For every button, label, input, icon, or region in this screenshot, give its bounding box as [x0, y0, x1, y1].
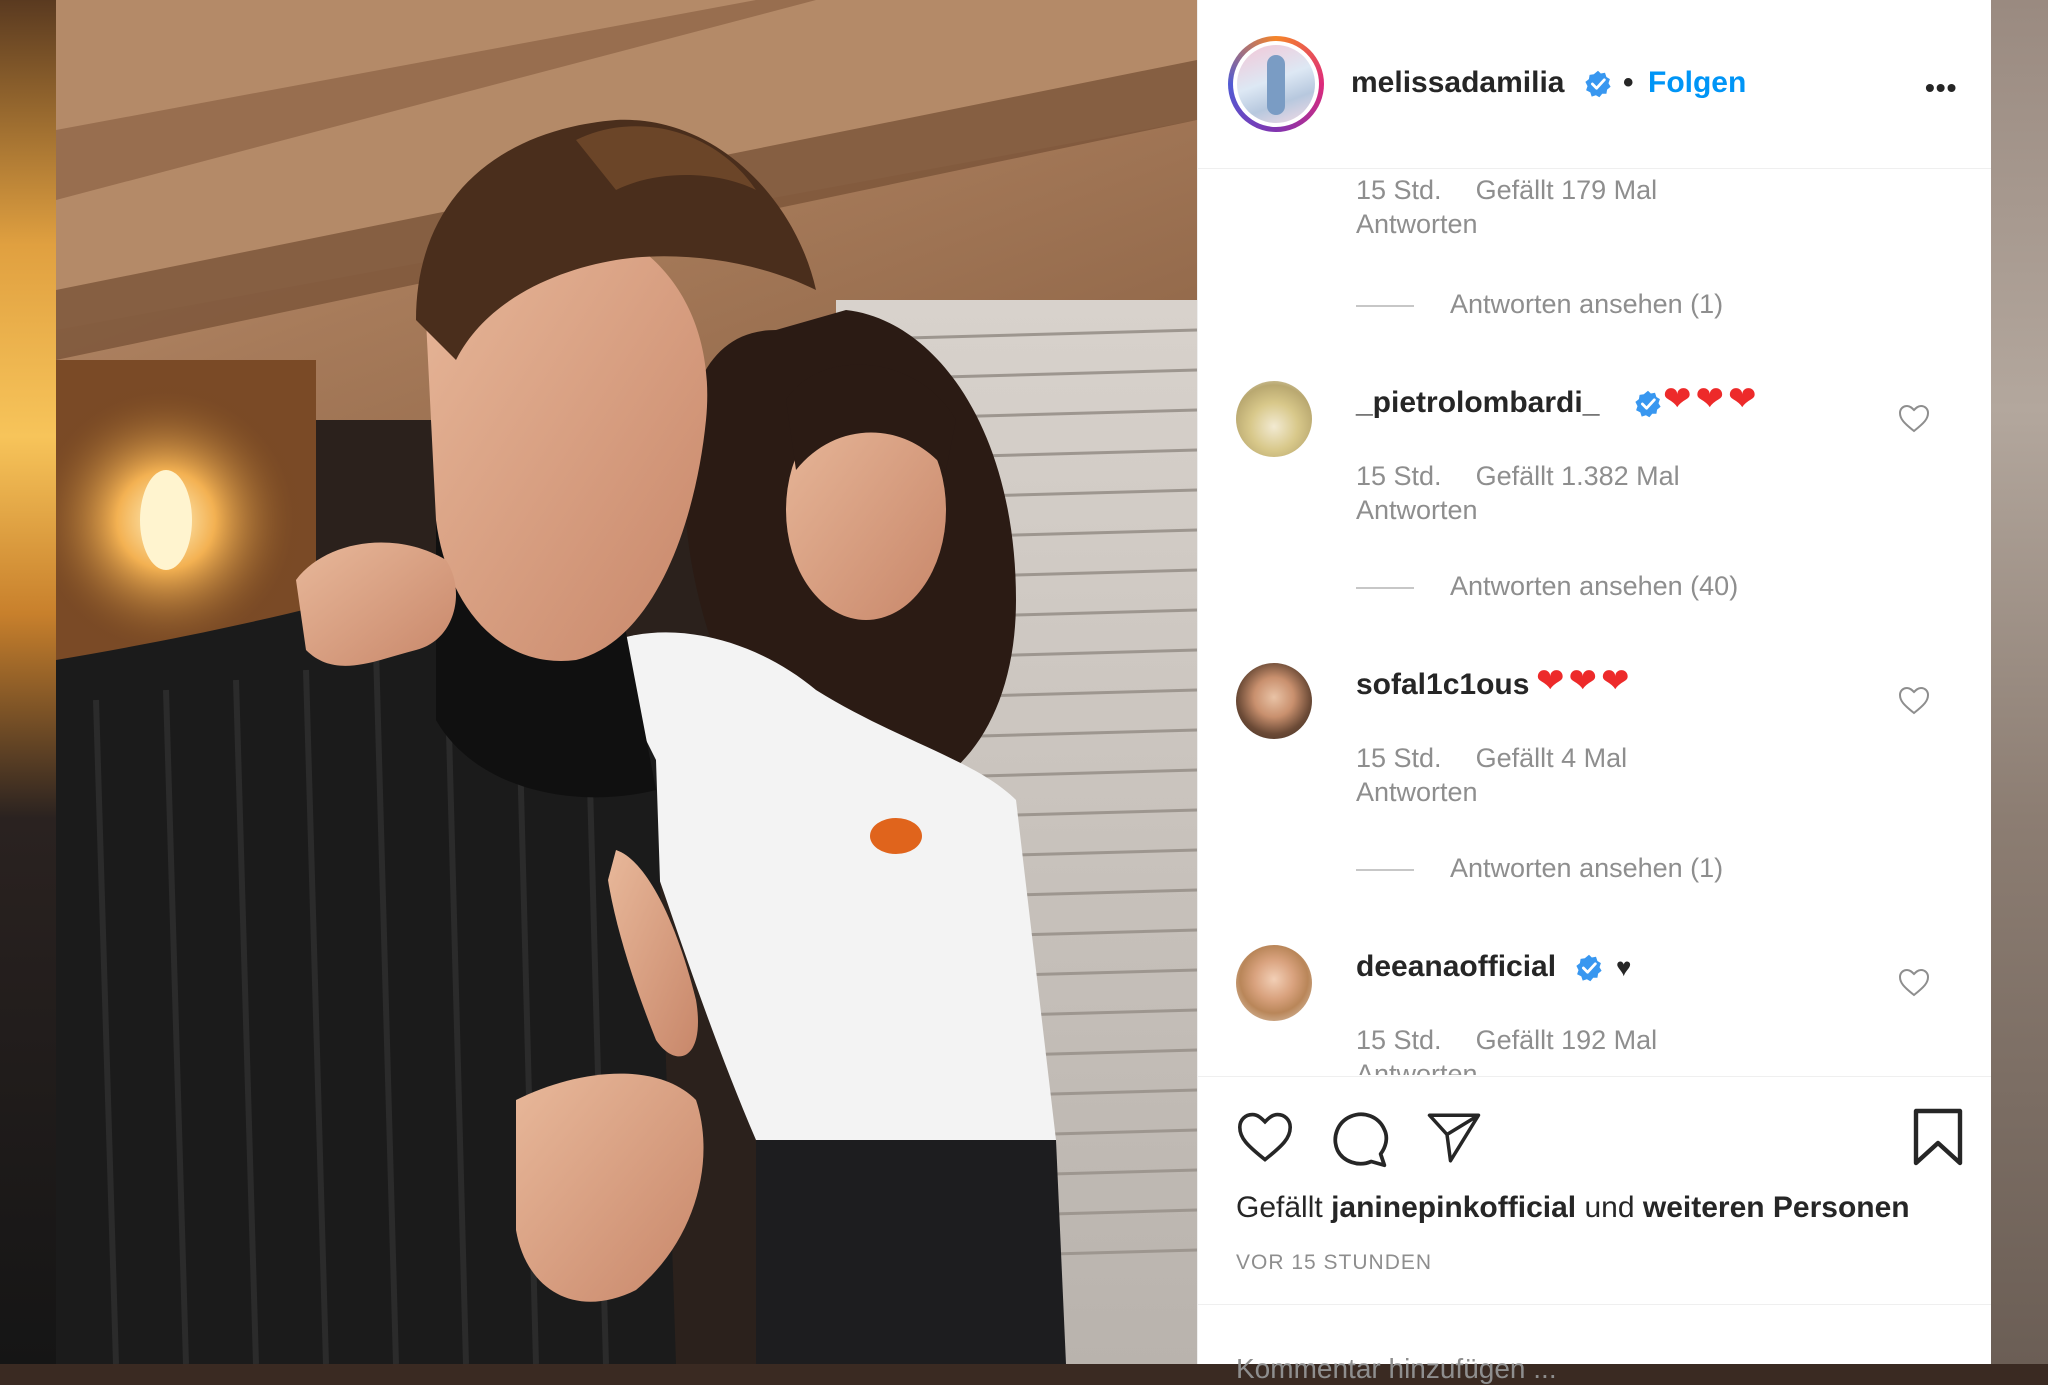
- verified-badge-icon: [1576, 954, 1602, 982]
- comment-meta: 15 Std. Gefällt 192 Mal: [1356, 1025, 1657, 1056]
- comment-username[interactable]: _pietrolombardi_: [1356, 386, 1599, 420]
- comment-likes[interactable]: Gefällt 4 Mal: [1476, 743, 1628, 773]
- liked-by-text: Gefällt janinepinkofficial und weiteren …: [1236, 1191, 1910, 1224]
- comment-username[interactable]: sofal1c1ous: [1356, 668, 1529, 702]
- reply-button[interactable]: Antworten: [1356, 1059, 1478, 1075]
- comment-likes[interactable]: Gefällt 192 Mal: [1476, 1025, 1658, 1055]
- comment-likes[interactable]: Gefällt 1.382 Mal: [1476, 461, 1680, 491]
- comment-avatar[interactable]: [1236, 381, 1312, 457]
- reply-button[interactable]: Antworten: [1356, 495, 1478, 526]
- view-replies-button[interactable]: Antworten ansehen (1): [1356, 289, 1723, 320]
- comments-list: 15 Std. Gefällt 179 Mal Antworten Antwort…: [1198, 169, 1991, 1075]
- speech-bubble-icon[interactable]: [1330, 1109, 1390, 1169]
- comment-likes[interactable]: Gefällt 179 Mal: [1476, 175, 1658, 205]
- comment-avatar[interactable]: [1236, 945, 1312, 1021]
- reply-button[interactable]: Antworten: [1356, 209, 1478, 240]
- comment-text: ❤❤❤: [1663, 380, 1761, 418]
- author-avatar[interactable]: [1228, 36, 1324, 132]
- comment-like-icon[interactable]: [1898, 686, 1930, 716]
- add-comment-field[interactable]: Kommentar hinzufügen ...: [1198, 1304, 1991, 1384]
- view-replies-button[interactable]: Antworten ansehen (1): [1356, 853, 1723, 884]
- post-actions: Gefällt janinepinkofficial und weiteren …: [1198, 1076, 1991, 1305]
- comment-placeholder: Kommentar hinzufügen ...: [1236, 1353, 1557, 1384]
- backdrop-left: [0, 0, 56, 1364]
- comment-like-icon[interactable]: [1898, 968, 1930, 998]
- comment-username[interactable]: deeanaofficial: [1356, 950, 1556, 984]
- comment-meta: 15 Std. Gefällt 179 Mal: [1356, 175, 1657, 206]
- post-detail-panel: melissadamilia • Folgen ••• 15 Std. Gefäl…: [1197, 0, 1991, 1384]
- follow-button[interactable]: Folgen: [1648, 66, 1746, 100]
- liked-by-others-link[interactable]: weiteren Personen: [1643, 1191, 1910, 1224]
- heart-outline-icon[interactable]: [1236, 1111, 1294, 1165]
- backdrop-right: [1990, 0, 2048, 1364]
- comment-time[interactable]: 15 Std.: [1356, 175, 1442, 205]
- reply-button[interactable]: Antworten: [1356, 777, 1478, 808]
- post-timestamp[interactable]: VOR 15 STUNDEN: [1236, 1251, 1432, 1275]
- verified-badge-icon: [1635, 390, 1661, 418]
- header-separator: •: [1623, 66, 1634, 99]
- comment-time[interactable]: 15 Std.: [1356, 743, 1442, 773]
- comment-like-icon[interactable]: [1898, 404, 1930, 434]
- comment-text: ♥: [1616, 952, 1632, 982]
- comment-time[interactable]: 15 Std.: [1356, 461, 1442, 491]
- comment-text: ❤❤❤: [1536, 662, 1634, 700]
- comment-avatar[interactable]: [1236, 663, 1312, 739]
- comment-time[interactable]: 15 Std.: [1356, 1025, 1442, 1055]
- post-photo: [56, 0, 1197, 1364]
- bookmark-icon[interactable]: [1912, 1107, 1964, 1167]
- verified-badge-icon: [1585, 70, 1611, 98]
- comment-meta: 15 Std. Gefällt 4 Mal: [1356, 743, 1627, 774]
- view-replies-button[interactable]: Antworten ansehen (40): [1356, 571, 1738, 602]
- author-username[interactable]: melissadamilia: [1351, 66, 1564, 100]
- liked-by-user-link[interactable]: janinepinkofficial: [1331, 1191, 1576, 1224]
- more-options-icon[interactable]: •••: [1925, 72, 1957, 104]
- comment-meta: 15 Std. Gefällt 1.382 Mal: [1356, 461, 1680, 492]
- post-header: melissadamilia • Folgen •••: [1198, 0, 1991, 169]
- paper-plane-icon[interactable]: [1426, 1111, 1482, 1165]
